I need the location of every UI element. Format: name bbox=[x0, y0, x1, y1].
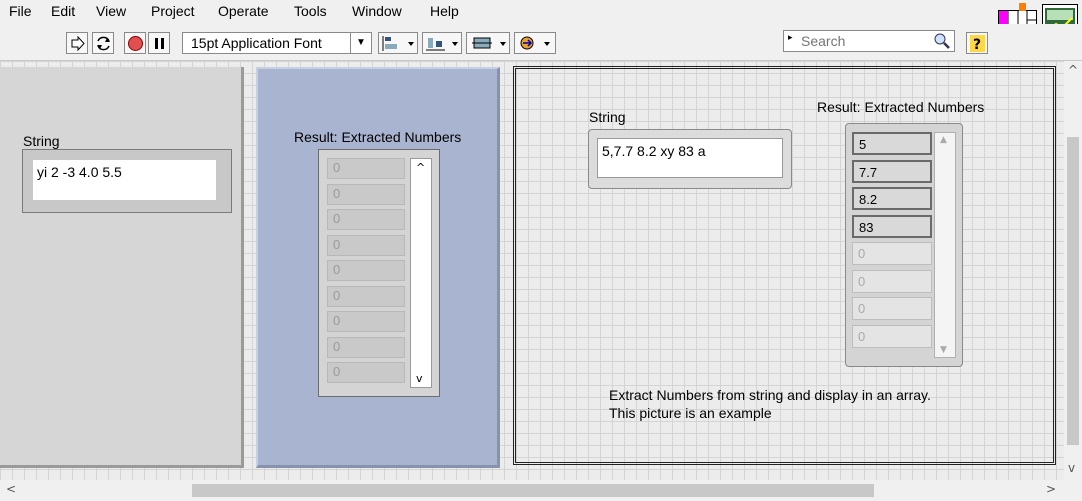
align-objects-icon bbox=[382, 36, 414, 51]
chevron-down-icon: ▼ bbox=[350, 33, 371, 53]
panel-middle: Result: Extracted Numbers 0 0 0 0 0 0 0 0 0 ^ v bbox=[256, 67, 500, 468]
menu-bar: File Edit View Project Operate Tools Win… bbox=[0, 0, 1082, 24]
distribute-objects-button[interactable] bbox=[422, 32, 462, 54]
menu-project[interactable]: Project bbox=[151, 3, 195, 19]
array-element[interactable]: 0 bbox=[852, 324, 932, 348]
menu-edit[interactable]: Edit bbox=[51, 3, 75, 19]
stop-icon bbox=[128, 36, 143, 51]
result-label: Result: Extracted Numbers bbox=[294, 129, 462, 145]
array-element[interactable]: 0 bbox=[327, 311, 405, 332]
result-array: 0 0 0 0 0 0 0 0 0 ^ v bbox=[318, 149, 440, 397]
context-help-button[interactable]: ? bbox=[966, 32, 988, 54]
scroll-up-icon[interactable]: ^ bbox=[1068, 63, 1078, 77]
font-select[interactable]: 15pt Application Font ▼ bbox=[182, 32, 372, 54]
menu-operate[interactable]: Operate bbox=[218, 3, 269, 19]
array-scrollbar-right[interactable]: ▲ ▼ bbox=[934, 132, 956, 358]
horizontal-scrollbar[interactable]: < > bbox=[0, 480, 1064, 501]
array-element[interactable]: 0 bbox=[327, 183, 405, 205]
chevron-up-icon[interactable]: ^ bbox=[416, 161, 425, 174]
array-element[interactable]: 0 bbox=[327, 234, 405, 256]
front-panel-canvas: String yi 2 -3 4.0 5.5 Result: Extracted… bbox=[0, 61, 1064, 480]
pause-icon bbox=[155, 38, 164, 49]
string-input-right[interactable]: 5,7.7 8.2 xy 83 a bbox=[597, 138, 783, 178]
run-arrow-icon bbox=[71, 35, 85, 52]
search-box[interactable]: ▸ bbox=[783, 30, 955, 52]
chevron-down-icon[interactable]: ▼ bbox=[940, 345, 947, 355]
vertical-scrollbar[interactable]: ^ v bbox=[1064, 61, 1082, 480]
menu-tools[interactable]: Tools bbox=[294, 3, 327, 19]
caption-line1: Extract Numbers from string and display … bbox=[609, 387, 931, 403]
pause-button[interactable] bbox=[148, 32, 170, 54]
array-element[interactable]: 0 bbox=[327, 336, 405, 358]
search-expand-icon[interactable]: ▸ bbox=[788, 33, 793, 43]
search-input[interactable] bbox=[801, 32, 921, 50]
menu-window[interactable]: Window bbox=[352, 3, 402, 19]
array-element[interactable]: 0 bbox=[852, 242, 932, 265]
array-element[interactable]: 7.7 bbox=[852, 159, 932, 183]
result-label-right: Result: Extracted Numbers bbox=[817, 99, 985, 115]
array-element[interactable]: 0 bbox=[327, 158, 405, 179]
vertical-scroll-thumb[interactable] bbox=[1067, 137, 1079, 445]
run-button[interactable] bbox=[66, 32, 88, 54]
abort-button[interactable] bbox=[124, 32, 146, 54]
chevron-up-icon[interactable]: ▲ bbox=[940, 135, 947, 145]
array-element[interactable]: 0 bbox=[852, 269, 932, 293]
horizontal-scroll-thumb[interactable] bbox=[192, 484, 874, 497]
run-continuously-button[interactable] bbox=[92, 32, 114, 54]
scroll-left-icon[interactable]: < bbox=[6, 482, 16, 496]
array-element[interactable]: 0 bbox=[852, 297, 932, 320]
search-icon[interactable] bbox=[932, 31, 952, 51]
menu-file[interactable]: File bbox=[9, 3, 32, 19]
scroll-down-icon[interactable]: v bbox=[1068, 461, 1075, 475]
array-scrollbar[interactable]: ^ v bbox=[410, 158, 432, 388]
string-label-right: String bbox=[589, 109, 626, 125]
align-objects-button[interactable] bbox=[378, 32, 418, 54]
panel-right: String 5,7.7 8.2 xy 83 a Result: Extract… bbox=[513, 66, 1056, 465]
panel-left: String yi 2 -3 4.0 5.5 bbox=[0, 67, 244, 468]
array-element[interactable]: 0 bbox=[327, 209, 405, 230]
string-input[interactable]: yi 2 -3 4.0 5.5 bbox=[33, 160, 216, 200]
caption-line2: This picture is an example bbox=[609, 405, 772, 421]
array-element[interactable]: 0 bbox=[327, 260, 405, 281]
string-control-frame-right: 5,7.7 8.2 xy 83 a bbox=[588, 129, 792, 189]
scroll-right-icon[interactable]: > bbox=[1046, 482, 1056, 496]
array-element[interactable]: 0 bbox=[327, 362, 405, 383]
chevron-down-icon[interactable]: v bbox=[416, 372, 423, 385]
string-control-frame: yi 2 -3 4.0 5.5 bbox=[22, 149, 232, 213]
resize-objects-icon bbox=[472, 37, 506, 49]
resize-objects-button[interactable] bbox=[466, 32, 510, 54]
menu-view[interactable]: View bbox=[96, 3, 126, 19]
result-array-right: 5 7.7 8.2 83 0 0 0 0 ▲ ▼ bbox=[845, 123, 963, 367]
help-icon: ? bbox=[970, 35, 985, 53]
array-element[interactable]: 0 bbox=[327, 285, 405, 307]
run-continuously-icon bbox=[97, 36, 110, 51]
font-select-label: 15pt Application Font bbox=[191, 35, 322, 51]
help-glyph: ? bbox=[973, 37, 981, 53]
array-element[interactable]: 83 bbox=[852, 214, 932, 238]
menu-help[interactable]: Help bbox=[430, 3, 459, 19]
reorder-icon bbox=[520, 36, 550, 50]
reorder-button[interactable] bbox=[514, 32, 556, 54]
array-element[interactable]: 5 bbox=[852, 132, 932, 155]
string-label: String bbox=[23, 133, 60, 149]
array-element[interactable]: 8.2 bbox=[852, 187, 932, 210]
distribute-objects-icon bbox=[426, 38, 458, 51]
